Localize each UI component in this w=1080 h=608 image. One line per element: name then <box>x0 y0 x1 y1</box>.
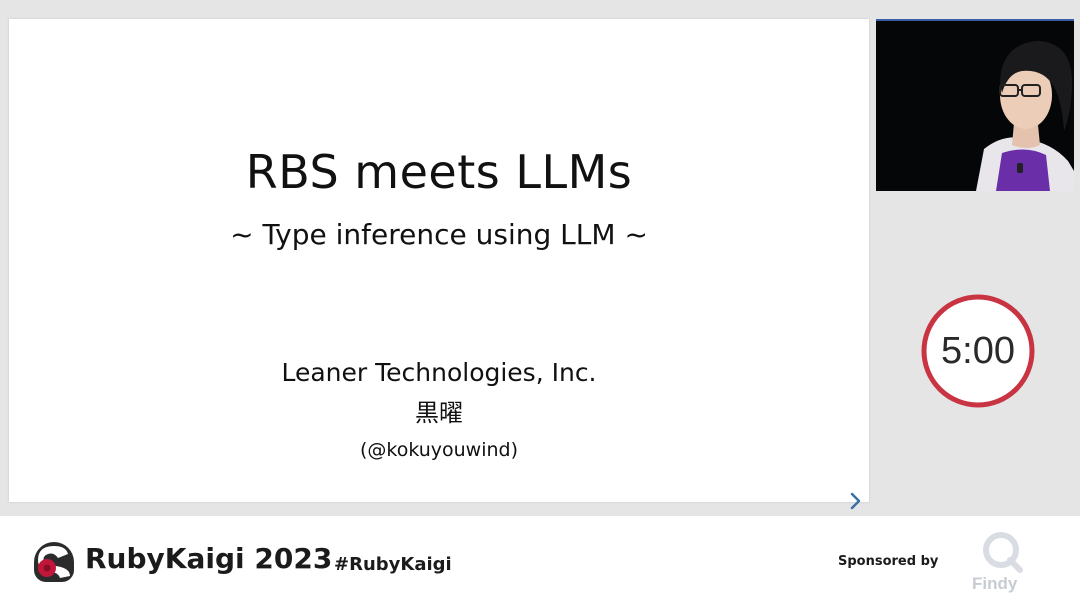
chevron-right-icon[interactable] <box>843 489 867 513</box>
slide-title: RBS meets LLMs <box>245 145 633 199</box>
event-footer: RubyKaigi 2023 #RubyKaigi Sponsored by F… <box>0 516 1080 608</box>
rubykaigi-logo-icon <box>34 542 74 582</box>
sponsored-by-label: Sponsored by <box>838 554 939 569</box>
timer-display: 5:00 <box>941 330 1015 372</box>
event-brand-title: RubyKaigi 2023 <box>85 542 333 575</box>
speaker-silhouette <box>876 21 1074 191</box>
slide-subtitle: ~ Type inference using LLM ~ <box>230 218 648 251</box>
presentation-slide: RBS meets LLMs ~ Type inference using LL… <box>9 19 869 510</box>
sponsor-name: Findy <box>972 574 1018 593</box>
event-hashtag: #RubyKaigi <box>334 554 452 575</box>
speaker-company: Leaner Technologies, Inc. <box>281 358 597 387</box>
speaker-handle: (@kokuyouwind) <box>359 439 519 461</box>
countdown-timer: 5:00 <box>920 293 1036 409</box>
speaker-video <box>876 19 1074 191</box>
speaker-name: 黒曜 <box>415 399 463 427</box>
